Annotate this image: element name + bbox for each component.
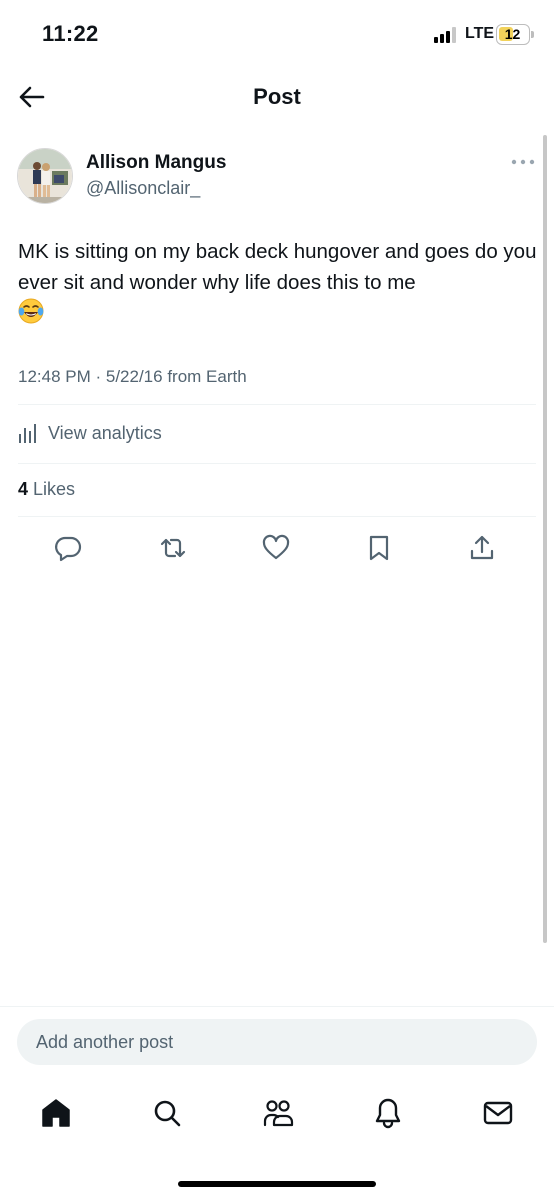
- like-button[interactable]: [256, 528, 296, 568]
- search-icon: [154, 1100, 181, 1127]
- divider: [18, 404, 536, 405]
- bottom-tab-bar: [0, 1090, 554, 1140]
- battery-nub: [531, 31, 534, 38]
- tab-home[interactable]: [34, 1090, 78, 1136]
- tab-notifications[interactable]: [366, 1090, 410, 1136]
- bookmark-button[interactable]: [359, 528, 399, 568]
- reply-button[interactable]: [48, 528, 88, 568]
- divider: [18, 463, 536, 464]
- more-options-button[interactable]: [509, 152, 537, 172]
- divider: [0, 1006, 554, 1007]
- battery-level: 12: [504, 26, 521, 42]
- tab-communities[interactable]: [256, 1090, 300, 1136]
- home-icon: [42, 1099, 70, 1127]
- notifications-icon: [375, 1098, 401, 1129]
- bookmark-icon: [369, 535, 389, 561]
- reply-icon: [55, 536, 82, 562]
- tab-search[interactable]: [145, 1090, 189, 1136]
- share-icon: [470, 535, 494, 560]
- post-text-block: MK is sitting on my back deck hungover a…: [18, 236, 538, 333]
- post-actions: [0, 528, 554, 568]
- reply-placeholder: Add another post: [36, 1031, 174, 1052]
- repost-icon: [160, 538, 186, 558]
- status-time: 11:22: [42, 21, 99, 46]
- more-dots-icon: [511, 159, 535, 165]
- analytics-label: View analytics: [48, 422, 162, 443]
- repost-button[interactable]: [153, 528, 193, 568]
- messages-icon: [483, 1101, 513, 1125]
- divider: [18, 516, 536, 517]
- avatar-photo: [18, 149, 72, 203]
- reply-input[interactable]: Add another post: [17, 1019, 537, 1065]
- likes-number: 4: [18, 479, 29, 499]
- page-title: Post: [253, 84, 301, 109]
- author-name[interactable]: Allison Mangus: [86, 152, 226, 174]
- scrollbar[interactable]: [543, 135, 547, 943]
- likes-count-link[interactable]: 4 Likes: [18, 479, 75, 500]
- author-handle[interactable]: @Allisonclair_: [86, 178, 200, 199]
- home-indicator[interactable]: [178, 1181, 376, 1187]
- post-timestamp: 12:48 PM · 5/22/16 from Earth: [18, 367, 247, 386]
- battery-icon: 12: [496, 24, 530, 45]
- heart-icon: [262, 534, 290, 560]
- view-analytics-link[interactable]: View analytics: [18, 420, 162, 446]
- likes-label: Likes: [28, 479, 76, 499]
- post-detail-screen: 11:22 LTE 12 Post Allison Mangus @Alliso…: [0, 0, 554, 1200]
- signal-icon: [434, 27, 458, 43]
- tears-of-joy-icon: [18, 298, 44, 324]
- laughing-emoji: [18, 298, 44, 333]
- share-button[interactable]: [462, 528, 502, 568]
- status-bar: 11:22 LTE 12: [0, 0, 554, 70]
- communities-icon: [263, 1100, 294, 1127]
- post-text: MK is sitting on my back deck hungover a…: [18, 240, 537, 294]
- tab-messages[interactable]: [476, 1090, 520, 1136]
- avatar[interactable]: [17, 148, 73, 204]
- analytics-icon: [19, 424, 36, 443]
- network-type: LTE: [465, 25, 495, 42]
